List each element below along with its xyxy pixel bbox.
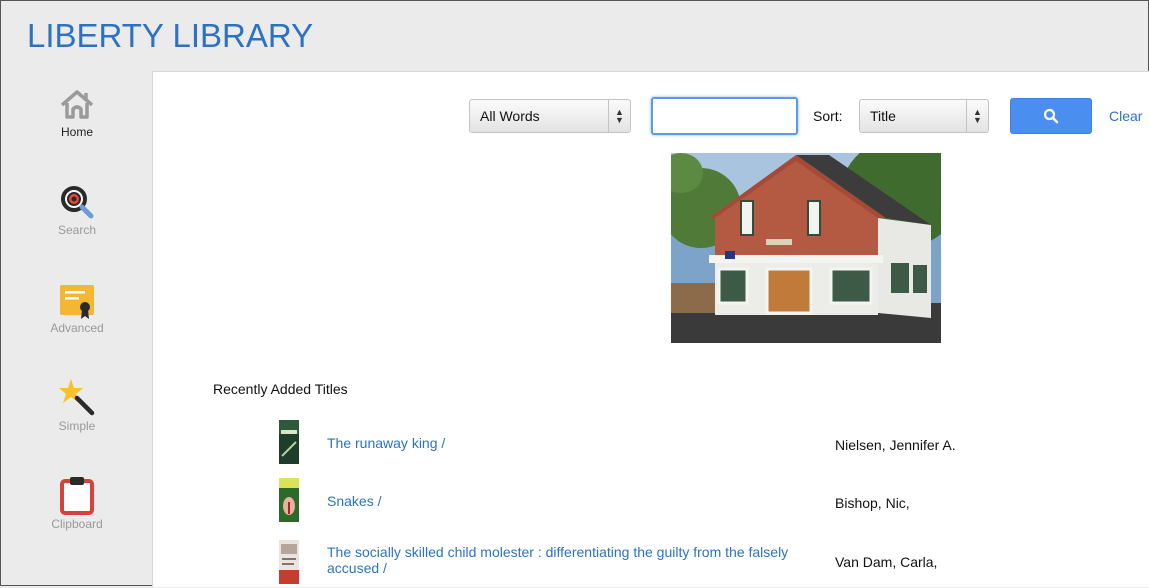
sort-label: Sort: — [813, 108, 843, 124]
list-item: The socially skilled child molester : di… — [279, 540, 1149, 588]
certificate-icon — [60, 285, 94, 319]
book-cover-thumbnail — [279, 540, 299, 584]
book-cover-thumbnail — [279, 420, 299, 464]
book-title-link[interactable]: The socially skilled child molester : di… — [327, 544, 817, 576]
sort-value: Title — [870, 108, 896, 124]
clear-link[interactable]: Clear — [1109, 108, 1142, 124]
sort-select[interactable]: Title ▲ ▼ — [859, 99, 989, 133]
sidebar-item-label: Search — [57, 223, 97, 237]
book-author: Bishop, Nic, — [835, 495, 910, 511]
sidebar: Home Search Advanced Simple Clipboard — [1, 71, 152, 587]
search-target-icon — [61, 186, 94, 219]
home-icon — [60, 90, 94, 119]
book-cover-thumbnail — [279, 478, 299, 522]
search-mode-select[interactable]: All Words ▲ ▼ — [469, 99, 631, 133]
library-building-photo — [671, 153, 941, 343]
magic-wand-icon — [59, 379, 95, 416]
book-title-link[interactable]: The runaway king / — [327, 435, 817, 451]
book-title-link[interactable]: Snakes / — [327, 493, 817, 509]
magnifier-icon — [1043, 108, 1059, 124]
sidebar-item-label: Advanced — [50, 321, 104, 335]
sidebar-item-simple[interactable]: Simple — [27, 375, 127, 433]
list-item: The runaway king / Nielsen, Jennifer A. — [279, 420, 1149, 466]
sidebar-item-label: Simple — [58, 419, 96, 433]
list-item: Snakes / Bishop, Nic, — [279, 478, 1149, 524]
search-mode-value: All Words — [480, 108, 540, 124]
search-input[interactable] — [651, 97, 798, 135]
recent-titles-heading: Recently Added Titles — [213, 381, 348, 397]
book-author: Van Dam, Carla, — [835, 554, 938, 570]
sidebar-item-clipboard[interactable]: Clipboard — [27, 473, 127, 531]
select-arrows-icon: ▲ ▼ — [966, 100, 988, 132]
sidebar-item-label: Home — [60, 125, 93, 139]
app-title: LIBERTY LIBRARY — [27, 17, 314, 54]
sidebar-item-home[interactable]: Home — [27, 81, 127, 139]
sidebar-item-label: Clipboard — [51, 517, 103, 531]
select-arrows-icon: ▲ ▼ — [608, 100, 630, 132]
main-content: All Words ▲ ▼ Sort: Title ▲ ▼ Clear Rece… — [152, 71, 1149, 587]
sidebar-item-search[interactable]: Search — [27, 179, 127, 237]
sidebar-item-advanced[interactable]: Advanced — [27, 277, 127, 335]
clipboard-icon — [60, 477, 94, 515]
app-window: LIBERTY LIBRARY Home Search Advanced Sim… — [0, 0, 1149, 587]
search-button[interactable] — [1010, 98, 1092, 134]
book-author: Nielsen, Jennifer A. — [835, 437, 956, 453]
